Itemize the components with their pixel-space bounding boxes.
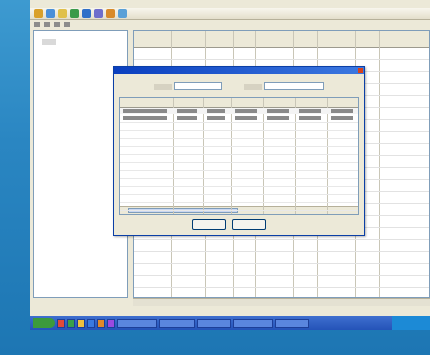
result-table-gridline <box>120 210 358 211</box>
table-cell <box>207 116 225 120</box>
quick-launch-icon[interactable] <box>77 318 85 328</box>
taskbar-item[interactable] <box>233 318 273 328</box>
menu-bar <box>30 0 430 8</box>
quick-launch-icon[interactable] <box>57 318 65 328</box>
quick-launch-icon[interactable] <box>87 318 95 328</box>
refresh-icon[interactable] <box>64 21 70 27</box>
taskbar-item[interactable] <box>117 318 157 328</box>
table-cell <box>267 109 289 113</box>
tree-node-root[interactable] <box>42 39 56 45</box>
result-table-gridline <box>120 186 358 187</box>
result-table-gridline <box>120 170 358 171</box>
back-icon[interactable] <box>34 21 40 27</box>
quick-launch-icon[interactable] <box>107 318 115 328</box>
result-table-gridline <box>120 138 358 139</box>
table-cell <box>177 109 197 113</box>
table-cell <box>177 116 197 120</box>
toolbar-icon-4[interactable] <box>70 9 79 18</box>
toolbar-icon-5[interactable] <box>82 9 91 18</box>
table-cell <box>235 116 257 120</box>
field2-input[interactable] <box>264 82 324 90</box>
table-cell <box>267 116 289 120</box>
field2-label <box>244 84 262 90</box>
forward-icon[interactable] <box>44 21 50 27</box>
table-row[interactable] <box>134 59 429 60</box>
cancel-button[interactable] <box>232 219 266 230</box>
result-table-row[interactable] <box>120 115 358 121</box>
up-icon[interactable] <box>54 21 60 27</box>
table-row[interactable] <box>134 239 429 240</box>
result-table-gridline <box>120 194 358 195</box>
table-row[interactable] <box>134 251 429 252</box>
close-icon[interactable] <box>358 68 363 73</box>
table-cell <box>299 109 321 113</box>
quick-launch-icon[interactable] <box>67 318 75 328</box>
table-cell <box>123 116 167 120</box>
field1-input[interactable] <box>174 82 222 90</box>
table-cell <box>235 109 257 113</box>
table-cell <box>207 109 225 113</box>
system-tray <box>392 316 430 330</box>
toolbar <box>30 8 430 20</box>
dialog-title-bar <box>114 67 364 74</box>
table-cell <box>299 116 321 120</box>
result-table <box>119 97 359 215</box>
table-cell <box>331 109 353 113</box>
taskbar-item[interactable] <box>197 318 231 328</box>
taskbar-item[interactable] <box>159 318 195 328</box>
result-table-gridline <box>120 122 358 123</box>
table-row[interactable] <box>134 287 429 288</box>
taskbar <box>30 316 430 330</box>
field1-label <box>154 84 172 90</box>
toolbar-icon-7[interactable] <box>106 9 115 18</box>
toolbar-icon-8[interactable] <box>118 9 127 18</box>
toolbar-icon-1[interactable] <box>34 9 43 18</box>
result-table-gridline <box>120 202 358 203</box>
toolbar-icon-2[interactable] <box>46 9 55 18</box>
result-table-row[interactable] <box>120 108 358 114</box>
result-table-gridline <box>120 146 358 147</box>
toolbar-icon-3[interactable] <box>58 9 67 18</box>
result-table-gridline <box>120 178 358 179</box>
navigation-bar <box>30 20 430 28</box>
result-table-gridline <box>120 130 358 131</box>
table-row[interactable] <box>134 263 429 264</box>
dialog-window <box>113 66 365 236</box>
start-button[interactable] <box>33 318 55 328</box>
table-row[interactable] <box>134 275 429 276</box>
table-cell <box>123 109 167 113</box>
quick-launch-icon[interactable] <box>97 318 105 328</box>
result-table-gridline <box>120 162 358 163</box>
ok-button[interactable] <box>192 219 226 230</box>
taskbar-item[interactable] <box>275 318 309 328</box>
toolbar-icon-6[interactable] <box>94 9 103 18</box>
table-cell <box>331 116 353 120</box>
result-table-gridline <box>120 154 358 155</box>
